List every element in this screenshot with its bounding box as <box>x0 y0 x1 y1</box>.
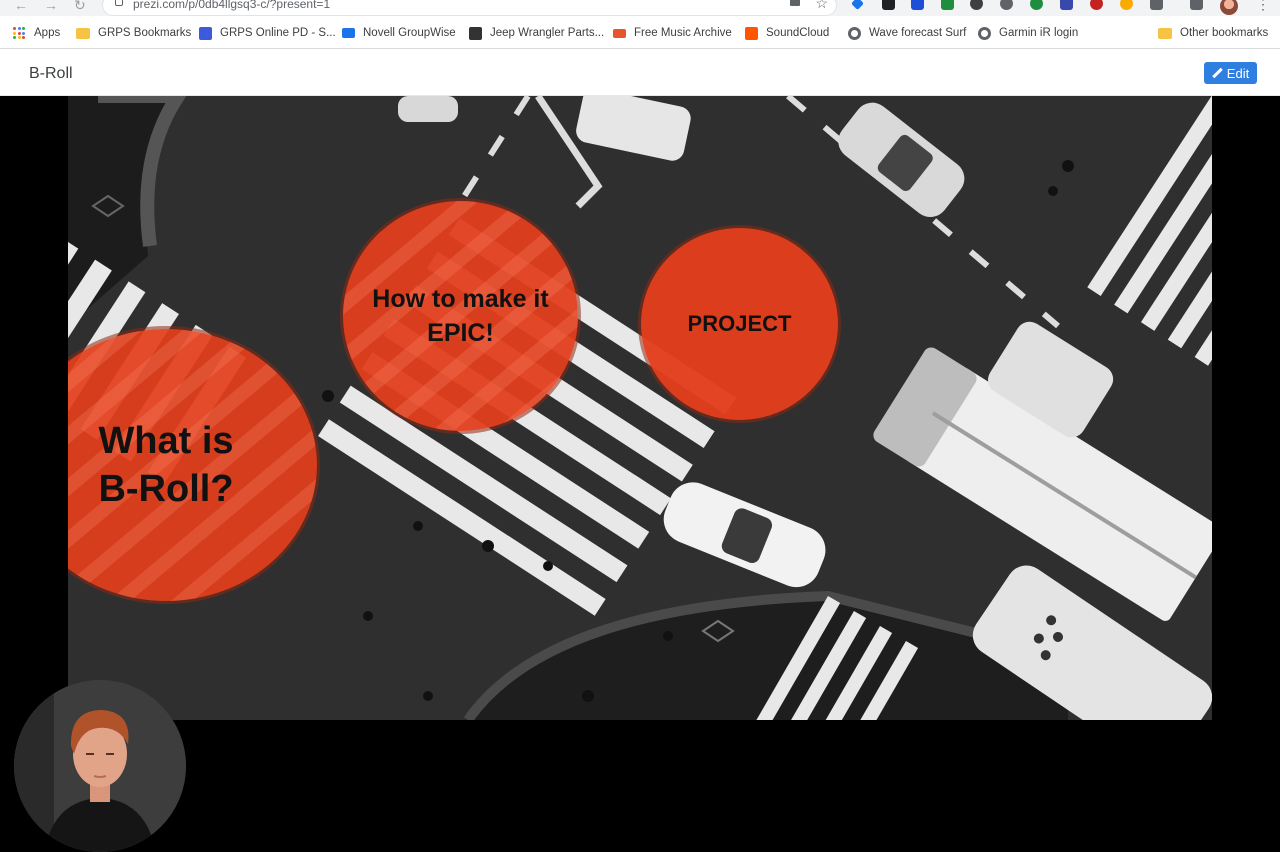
bookmark-label: GRPS Online PD - S... <box>220 27 336 39</box>
address-bar[interactable]: prezi.com/p/0db4llgsq3-c/?present=1 ☆ <box>102 0 837 16</box>
folder-icon <box>1158 27 1172 39</box>
bookmark-label: GRPS Bookmarks <box>98 27 192 39</box>
folder-icon <box>76 27 90 39</box>
browser-toolbar: ← → ↻ prezi.com/p/0db4llgsq3-c/?present=… <box>0 0 1280 16</box>
edit-label: Edit <box>1226 65 1250 81</box>
bookmark-label: SoundCloud <box>766 27 830 39</box>
bookmark-label: Novell GroupWise <box>363 27 456 39</box>
calendar-icon <box>199 26 212 40</box>
bookmark-label: Free Music Archive <box>634 27 732 39</box>
bookmark-free-music-archive[interactable]: Free Music Archive <box>613 25 732 41</box>
circle-how-to-make-it-epic[interactable]: How to make it EPIC! <box>343 201 578 431</box>
playlist-icon[interactable] <box>1190 0 1203 10</box>
fma-icon <box>613 28 626 38</box>
bookmark-label: Jeep Wrangler Parts... <box>490 27 605 39</box>
bookmark-soundcloud[interactable]: SoundCloud <box>745 25 829 41</box>
forward-arrow-icon[interactable]: → <box>44 0 58 14</box>
bookmark-label: Apps <box>34 27 61 39</box>
extension-puzzle-icon[interactable] <box>1150 0 1163 10</box>
presentation-title: B-Roll <box>29 65 73 82</box>
lock-icon <box>115 0 123 6</box>
bookmark-star-icon[interactable]: ☆ <box>815 0 828 12</box>
camera-icon[interactable] <box>790 0 800 6</box>
pencil-icon <box>1212 68 1222 78</box>
bookmark-label: Wave forecast Surf <box>869 27 967 39</box>
presentation-stage: What is B-Roll? How to make it EPIC! PRO… <box>0 96 1280 852</box>
back-arrow-icon[interactable]: ← <box>14 0 28 14</box>
globe-icon <box>848 26 861 40</box>
extension-green-icon[interactable] <box>1030 0 1043 10</box>
bookmark-novell-groupwise[interactable]: Novell GroupWise <box>342 25 456 41</box>
bookmark-jeep-wrangler[interactable]: Jeep Wrangler Parts... <box>469 25 604 41</box>
presenter-video <box>14 680 186 852</box>
bookmark-label: Garmin iR login <box>999 27 1079 39</box>
reload-icon[interactable]: ↻ <box>74 0 86 14</box>
circle-label: What is B-Roll? <box>98 420 234 510</box>
extension-yellow-icon[interactable] <box>1120 0 1133 10</box>
bookmark-wave-forecast[interactable]: Wave forecast Surf <box>848 25 966 41</box>
webcam-overlay <box>14 680 186 852</box>
other-bookmarks-label: Other bookmarks <box>1180 27 1269 39</box>
address-url[interactable]: prezi.com/p/0db4llgsq3-c/?present=1 <box>133 0 330 11</box>
other-bookmarks[interactable]: Other bookmarks <box>1158 25 1268 41</box>
slide-canvas[interactable]: What is B-Roll? How to make it EPIC! PRO… <box>68 96 1212 720</box>
extension-c-icon[interactable] <box>911 0 924 10</box>
extension-drive-icon[interactable] <box>851 0 864 10</box>
circle-label: PROJECT <box>687 311 792 336</box>
soundcloud-icon <box>745 26 758 40</box>
circle-label: How to make it EPIC! <box>372 285 549 347</box>
globe-icon <box>978 26 991 40</box>
jeep-icon <box>469 26 482 40</box>
apps-grid-icon <box>13 27 25 39</box>
browser-menu-icon[interactable]: ⋮ <box>1256 0 1270 13</box>
prezi-header: B-Roll Edit <box>0 49 1280 96</box>
extension-timer-icon[interactable] <box>1000 0 1013 10</box>
circle-project[interactable]: PROJECT <box>641 228 838 420</box>
extension-x-icon[interactable] <box>882 0 895 10</box>
edit-button[interactable]: Edit <box>1204 62 1257 84</box>
bookmark-grps-online-pd[interactable]: GRPS Online PD - S... <box>199 25 336 41</box>
profile-avatar[interactable] <box>1220 0 1238 15</box>
extension-docs-icon[interactable] <box>1060 0 1073 10</box>
bookmark-grps-bookmarks[interactable]: GRPS Bookmarks <box>76 25 191 41</box>
bookmarks-bar: Apps GRPS Bookmarks GRPS Online PD - S..… <box>0 16 1280 49</box>
bookmark-garmin[interactable]: Garmin iR login <box>978 25 1078 41</box>
extension-red-icon[interactable] <box>1090 0 1103 10</box>
bookmark-apps[interactable]: Apps <box>13 25 60 41</box>
extension-sheets-icon[interactable] <box>941 0 954 10</box>
mail-icon <box>342 28 355 38</box>
extension-grammarly-icon[interactable] <box>970 0 983 10</box>
